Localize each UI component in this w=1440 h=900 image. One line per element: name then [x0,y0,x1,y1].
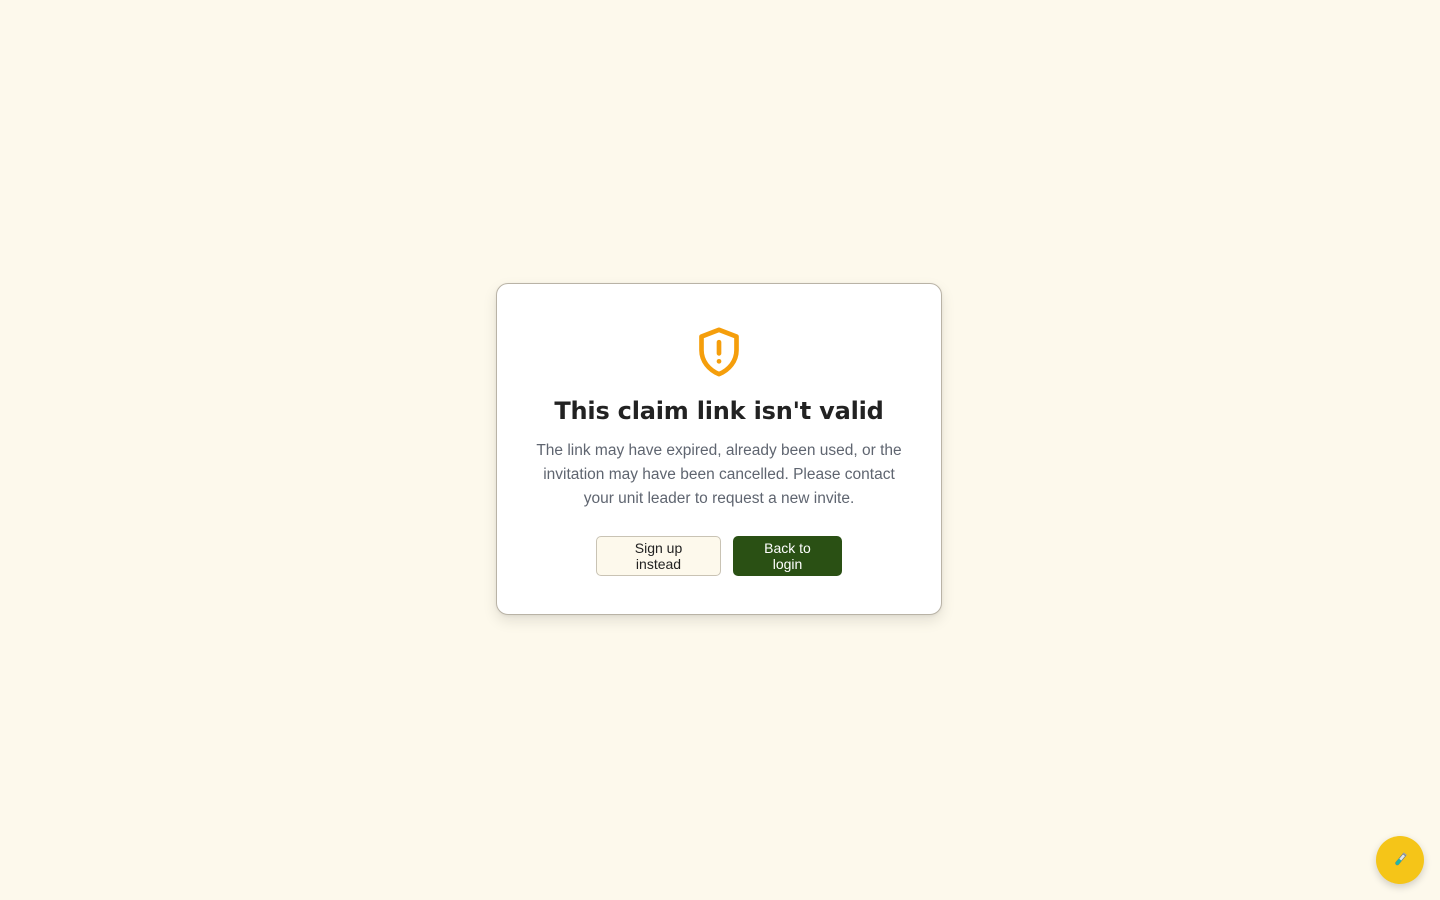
invalid-link-card: This claim link isn't valid The link may… [496,283,942,615]
action-buttons: Sign up instead Back to login [497,536,941,576]
sign-up-button[interactable]: Sign up instead [596,536,721,576]
page-title: This claim link isn't valid [554,397,884,425]
error-message: The link may have expired, already been … [536,442,902,507]
back-to-login-button[interactable]: Back to login [733,536,842,576]
dev-tools-button[interactable] [1376,836,1424,884]
test-tube-icon [1395,852,1407,866]
shield-alert-icon [699,327,739,377]
icon-container [497,324,941,380]
